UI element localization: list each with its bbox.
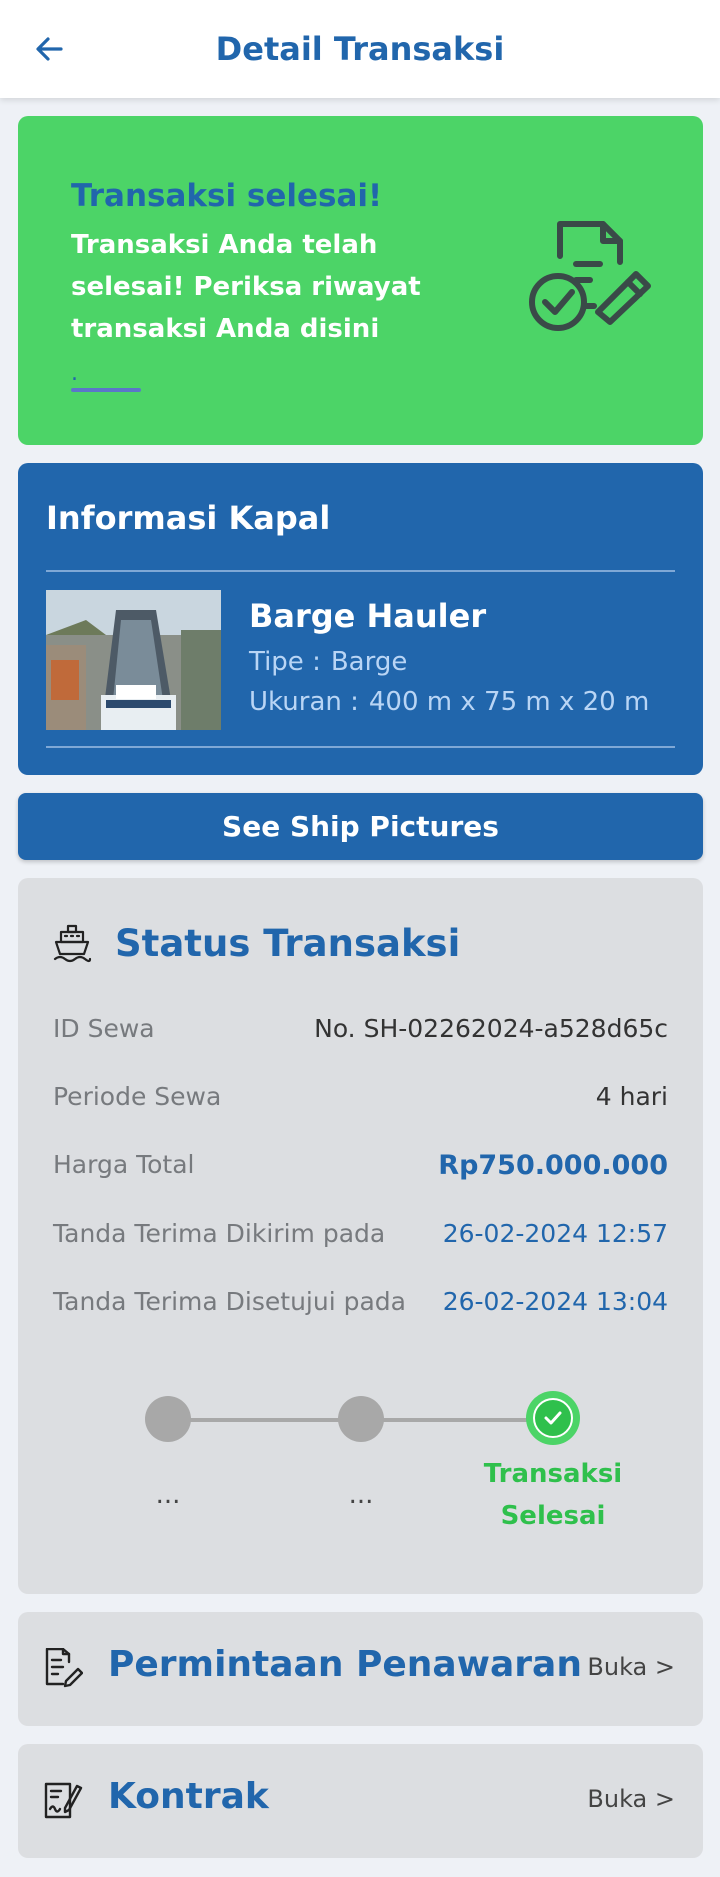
info-value: Rp750.000.000 [438,1150,668,1181]
info-label: ID Sewa [53,1014,155,1043]
stepper-connector [168,1418,362,1422]
ship-name: Barge Hauler [249,597,487,635]
info-value: 26-02-2024 13:04 [442,1287,668,1316]
info-label: Periode Sewa [53,1082,222,1111]
ship-photo[interactable] [46,590,221,730]
ship-type-value: Barge [330,647,408,677]
document-edit-icon [45,1648,83,1688]
open-contract-link[interactable]: Buka > [587,1785,675,1813]
step-3-label: Transaksi Selesai [468,1453,638,1537]
app-header: Detail Transaksi [0,0,720,98]
ship-info-card: Informasi Kapal Barge Hauler Tipe : Barge… [18,463,703,775]
history-link-underline [71,388,141,392]
divider [46,570,675,572]
step-3-label-line2: Selesai [500,1501,606,1531]
info-value: 4 hari [595,1082,668,1111]
info-row-receipt-approved: Tanda Terima Disetujui pada 26-02-2024 1… [53,1287,668,1327]
contract-title: Kontrak [108,1776,269,1817]
open-quotation-link[interactable]: Buka > [587,1653,675,1681]
step-3-indicator [526,1391,580,1445]
ship-size-value: 400 m x 75 m x 20 m [368,687,650,717]
divider [46,746,675,748]
info-row-receipt-sent: Tanda Terima Dikirim pada 26-02-2024 12:… [53,1219,668,1259]
info-value: No. SH-02262024-a528d65c [314,1014,668,1043]
ship-type-label: Tipe : [249,647,321,677]
contract-card[interactable]: Kontrak Buka > [18,1744,703,1858]
status-title: Status Transaksi [115,922,461,965]
document-check-icon [529,221,651,331]
ship-size-row: Ukuran : 400 m x 75 m x 20 m [249,687,649,717]
see-ship-pictures-button[interactable]: See Ship Pictures [18,793,703,860]
page-title: Detail Transaksi [215,30,505,68]
transaction-complete-card: Transaksi selesai! Transaksi Anda telah … [18,116,703,445]
step-2-indicator [338,1396,384,1442]
quotation-request-title: Permintaan Penawaran [108,1644,582,1685]
check-icon [544,1411,562,1425]
info-row-rental-period: Periode Sewa 4 hari [53,1082,668,1122]
info-row-total-price: Harga Total Rp750.000.000 [53,1150,668,1190]
success-description: Transaksi Anda telah selesai! Periksa ri… [71,230,421,344]
ship-size-label: Ukuran : [249,687,359,717]
history-link[interactable]: . [71,361,78,386]
info-row-rental-id: ID Sewa No. SH-02262024-a528d65c [53,1014,668,1054]
success-title: Transaksi selesai! [71,178,383,214]
info-value: 26-02-2024 12:57 [442,1219,668,1248]
ship-type-row: Tipe : Barge [249,647,407,677]
quotation-request-card[interactable]: Permintaan Penawaran Buka > [18,1612,703,1726]
info-label: Tanda Terima Disetujui pada [53,1287,406,1316]
ship-info-title: Informasi Kapal [46,499,331,537]
step-2-label: ... [348,1480,374,1510]
ship-icon [53,924,92,963]
step-3-label-line1: Transaksi [483,1459,623,1489]
step-1-label: ... [155,1480,181,1510]
info-label: Harga Total [53,1150,195,1179]
contract-sign-icon [44,1782,83,1819]
step-1-indicator [145,1396,191,1442]
info-label: Tanda Terima Dikirim pada [53,1219,386,1248]
